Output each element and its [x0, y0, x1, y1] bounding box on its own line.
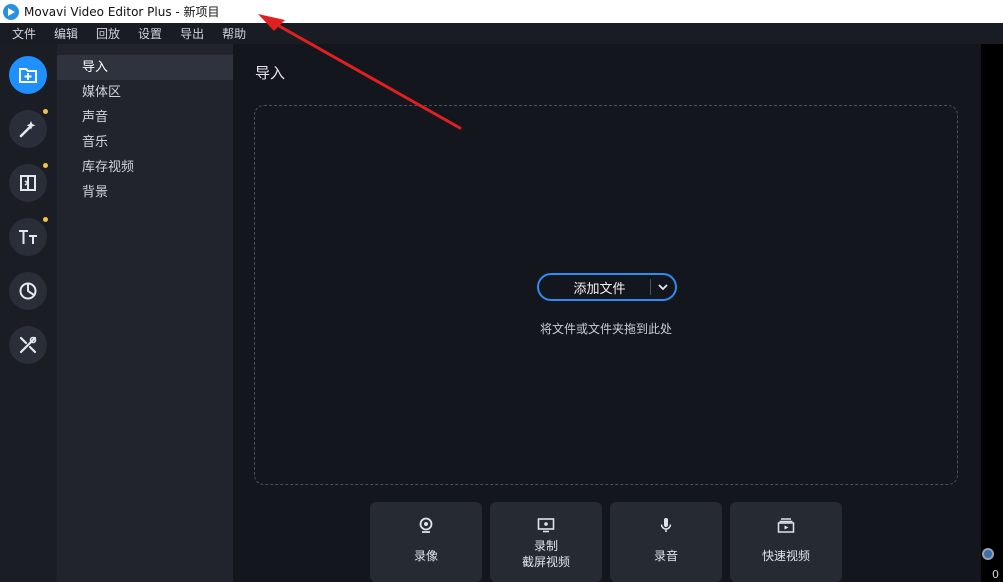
add-files-button[interactable]: 添加文件 [537, 273, 677, 301]
timecode-fragment: 0 [992, 568, 999, 581]
microphone-icon [660, 518, 672, 532]
new-indicator-dot [43, 217, 48, 222]
menu-help[interactable]: 帮助 [222, 25, 246, 42]
quick-video-icon [777, 518, 795, 533]
record-video-label: 录像 [413, 549, 438, 563]
screen-record-icon [537, 518, 555, 533]
titles-tool-button[interactable] [9, 218, 47, 256]
screen-record-label: 录制 截屏视频 [521, 539, 570, 569]
category-stock-video[interactable]: 库存视频 [57, 155, 233, 180]
menu-edit[interactable]: 编辑 [54, 25, 78, 42]
category-sounds[interactable]: 声音 [57, 105, 233, 130]
timeline-scrub-handle[interactable] [982, 548, 994, 560]
tool-rail [0, 44, 57, 582]
effects-tool-button[interactable] [9, 110, 47, 148]
new-indicator-dot [43, 163, 48, 168]
menu-settings[interactable]: 设置 [138, 25, 162, 42]
category-backgrounds[interactable]: 背景 [57, 180, 233, 205]
category-list: 导入 媒体区 声音 音乐 库存视频 背景 [57, 44, 233, 582]
quick-video-button[interactable]: 快速视频 [730, 502, 842, 582]
new-indicator-dot [43, 109, 48, 114]
tools-icon [19, 336, 37, 354]
menu-file[interactable]: 文件 [12, 25, 36, 42]
titles-icon [19, 230, 37, 244]
menu-bar: 文件 编辑 回放 设置 导出 帮助 [0, 23, 1003, 44]
stickers-icon [19, 282, 37, 300]
drop-hint-text: 将文件或文件夹拖到此处 [539, 322, 672, 336]
drop-zone[interactable]: 添加文件 将文件或文件夹拖到此处 [254, 105, 958, 485]
record-audio-label: 录音 [653, 549, 678, 563]
magic-wand-icon [19, 121, 36, 138]
category-import[interactable]: 导入 [57, 55, 233, 80]
transition-icon [20, 175, 36, 191]
add-files-dropdown[interactable] [651, 283, 675, 291]
title-bar: Movavi Video Editor Plus - 新项目 [0, 0, 1003, 23]
panel-title: 导入 [255, 64, 286, 82]
more-tools-button[interactable] [9, 326, 47, 364]
stickers-tool-button[interactable] [9, 272, 47, 310]
window-title: Movavi Video Editor Plus - 新项目 [24, 5, 220, 19]
preview-edge: 0 [981, 44, 1003, 582]
category-music[interactable]: 音乐 [57, 130, 233, 155]
record-video-button[interactable]: 录像 [370, 502, 482, 582]
quick-video-label: 快速视频 [761, 549, 810, 563]
record-audio-button[interactable]: 录音 [610, 502, 722, 582]
webcam-icon [419, 517, 433, 533]
import-icon [19, 68, 37, 83]
import-tool-button[interactable] [9, 56, 47, 94]
menu-export[interactable]: 导出 [180, 25, 204, 42]
category-media-bin[interactable]: 媒体区 [57, 80, 233, 105]
menu-playback[interactable]: 回放 [96, 25, 120, 42]
app-logo-icon [3, 3, 19, 20]
chevron-down-icon [658, 284, 668, 291]
add-files-label: 添加文件 [573, 281, 626, 297]
import-panel: 导入 添加文件 将文件或文件夹拖到此处 录像 录制 截屏视频 录音 快速视频 [233, 44, 981, 582]
transitions-tool-button[interactable] [9, 164, 47, 202]
screen-record-button[interactable]: 录制 截屏视频 [490, 502, 602, 582]
